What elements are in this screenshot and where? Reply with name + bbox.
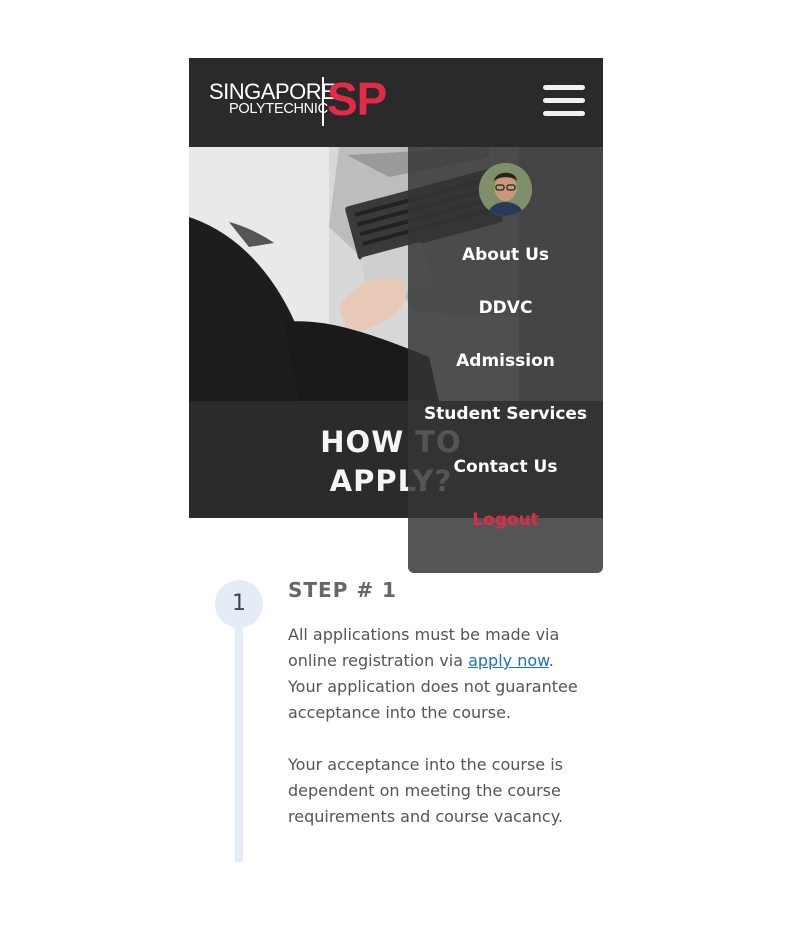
- nav-dropdown-menu: About Us DDVC Admission Student Services…: [408, 147, 603, 573]
- sp-logo[interactable]: SINGAPORE POLYTECHNIC SP: [209, 73, 389, 126]
- step-description: All applications must be made via online…: [288, 622, 578, 856]
- step-paragraph-2: Your acceptance into the course is depen…: [288, 755, 564, 826]
- menu-item-student-services[interactable]: Student Services: [408, 404, 603, 424]
- menu-item-admission[interactable]: Admission: [408, 351, 603, 371]
- logo-singapore-text: SINGAPORE: [209, 79, 336, 104]
- logout-link[interactable]: Logout: [408, 510, 603, 530]
- site-header: SINGAPORE POLYTECHNIC SP: [189, 58, 603, 147]
- menu-item-ddvc[interactable]: DDVC: [408, 298, 603, 318]
- logo-sp-mark: SP: [327, 73, 387, 125]
- menu-item-contact-us[interactable]: Contact Us: [408, 457, 603, 477]
- step-title: STEP # 1: [288, 578, 397, 602]
- apply-now-link[interactable]: apply now: [468, 651, 549, 670]
- step-number-badge: 1: [215, 580, 263, 628]
- logo-divider: [322, 77, 324, 126]
- hamburger-icon[interactable]: [542, 84, 586, 118]
- user-avatar[interactable]: [479, 163, 532, 216]
- menu-item-about-us[interactable]: About Us: [408, 245, 603, 265]
- timeline-line: [235, 600, 243, 862]
- step-paragraph-1: All applications must be made via online…: [288, 625, 578, 722]
- logo-polytechnic-text: POLYTECHNIC: [229, 101, 328, 117]
